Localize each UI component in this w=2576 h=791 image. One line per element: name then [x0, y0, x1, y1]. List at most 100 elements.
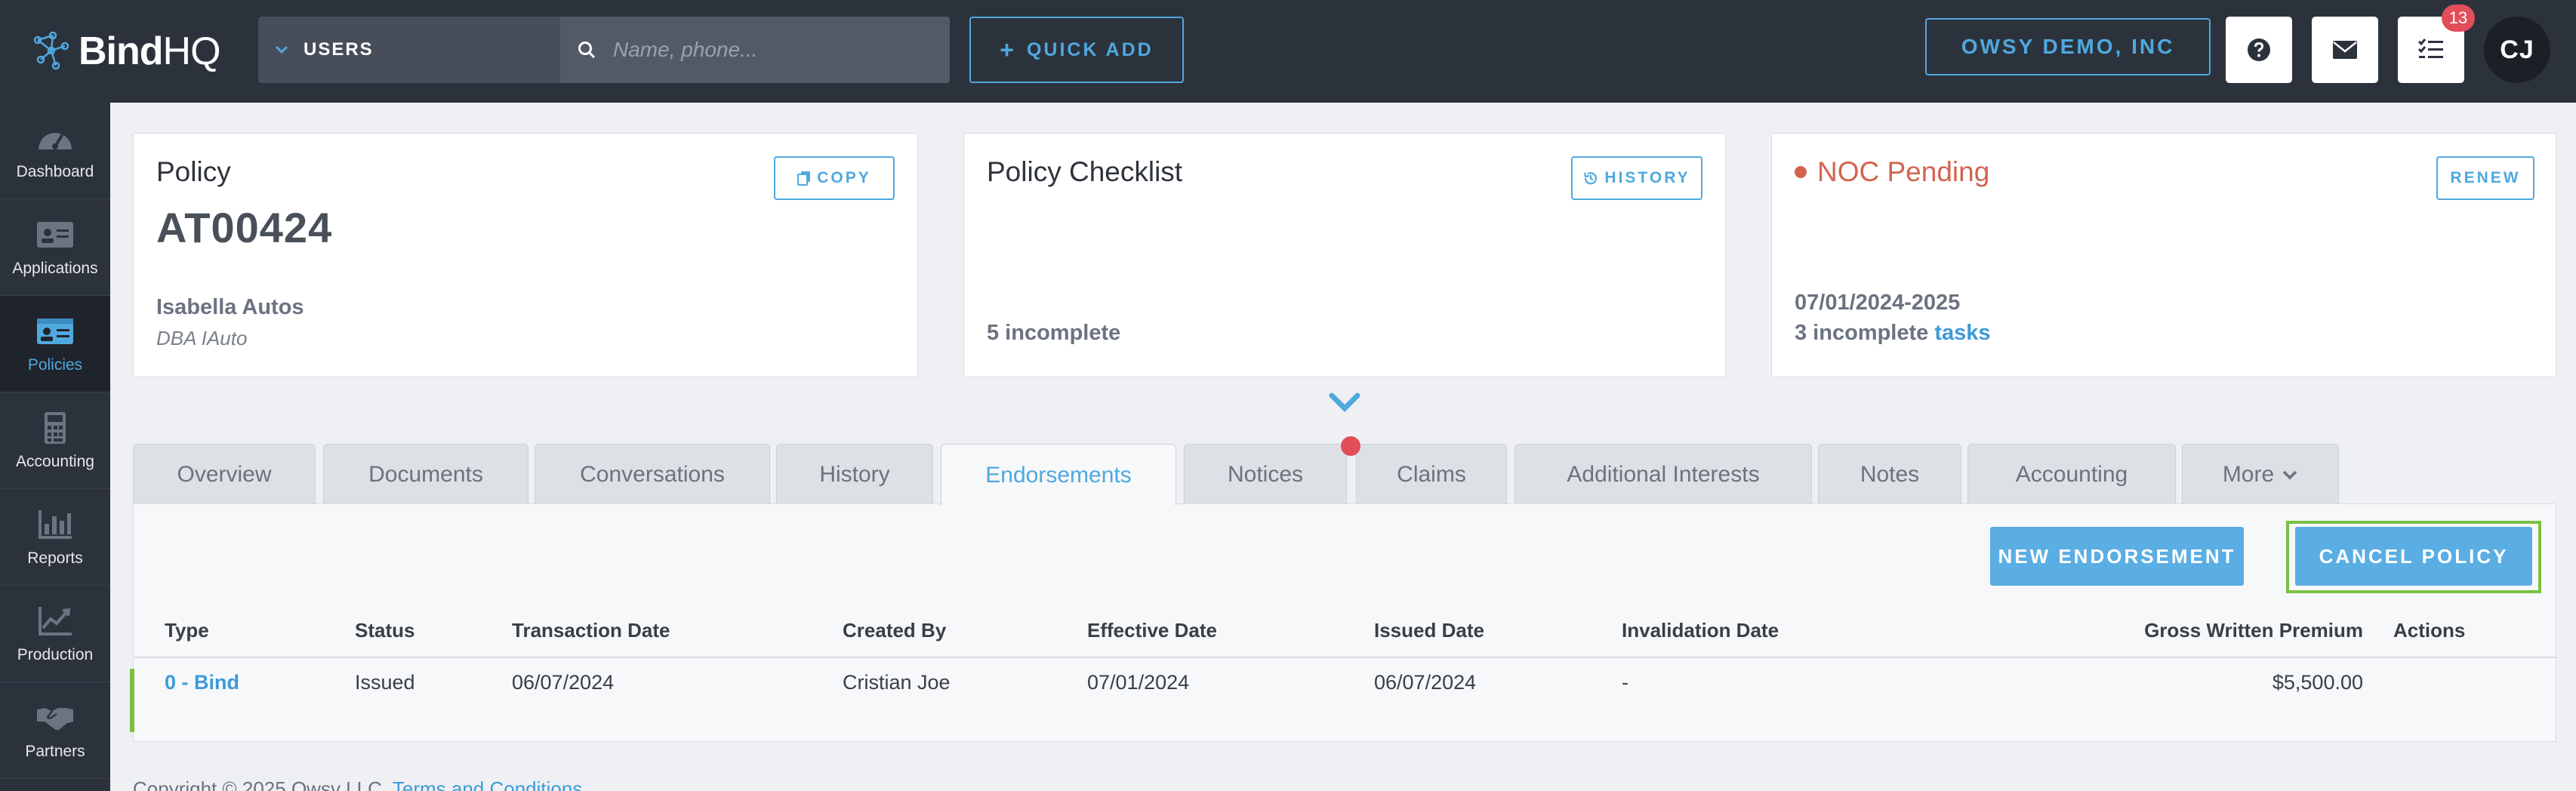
column-header-created-by: Created By [843, 619, 947, 642]
dba-name: DBA IAuto [156, 327, 248, 349]
renew-label: RENEW [2450, 169, 2521, 186]
calculator-icon [45, 411, 66, 444]
tab-accounting[interactable]: Accounting [1967, 444, 2176, 504]
invalidation-date: - [1622, 671, 1628, 694]
noc-title-text: NOC Pending [1817, 156, 1990, 187]
endorsement-type-link[interactable]: 0 - Bind [165, 671, 239, 694]
column-header-type: Type [165, 619, 209, 642]
plus-icon: + [1000, 36, 1016, 63]
tab-more[interactable]: More [2182, 444, 2339, 504]
sidebar-item-label: Dashboard [16, 162, 94, 180]
global-search: USERS [258, 17, 950, 83]
checklist-incomplete: 5 incomplete [987, 321, 1121, 345]
footer-copyright: Copyright © 2025 Owsy LLC. Terms and Con… [133, 777, 582, 791]
tab-label: Endorsements [985, 462, 1132, 488]
tasks-button[interactable]: 13 [2398, 5, 2475, 83]
tab-claims[interactable]: Claims [1356, 444, 1507, 504]
chevron-down-icon [275, 45, 288, 54]
cancel-policy-button[interactable]: CANCEL POLICY [2295, 527, 2532, 586]
sidebar-item-reports[interactable]: Reports [0, 489, 110, 586]
copyright-text: Copyright © 2025 Owsy LLC. [133, 777, 388, 791]
quick-add-button[interactable]: + QUICK ADD [969, 17, 1184, 83]
avatar[interactable]: CJ [2484, 17, 2550, 83]
sidebar-item-dashboard[interactable]: Dashboard [0, 103, 110, 199]
id-card-icon [37, 221, 73, 248]
noc-title: NOC Pending [1795, 156, 1989, 188]
history-clock-icon [1584, 172, 1598, 185]
tab-overview[interactable]: Overview [133, 444, 316, 504]
tab-notices[interactable]: Notices [1184, 444, 1347, 504]
search-icon [578, 42, 596, 59]
tab-label: History [819, 461, 890, 487]
history-button[interactable]: HISTORY [1571, 156, 1702, 200]
chevron-down-icon [2282, 470, 2297, 479]
tab-notes[interactable]: Notes [1818, 444, 1961, 504]
dashboard-gauge-icon [39, 132, 72, 149]
sidebar-item-label: Policies [27, 355, 83, 374]
tab-additional-interests[interactable]: Additional Interests [1514, 444, 1812, 504]
task-list-icon [2417, 38, 2443, 58]
tab-label: Claims [1397, 461, 1466, 487]
copy-label: COPY [817, 169, 871, 186]
help-button[interactable] [2226, 17, 2292, 83]
column-header-status: Status [355, 619, 415, 642]
row-status-accent [130, 669, 134, 732]
transaction-date: 06/07/2024 [512, 671, 615, 694]
column-header-transaction-date: Transaction Date [512, 619, 670, 642]
tasks-link[interactable]: tasks [1934, 321, 1990, 345]
envelope-icon [2333, 41, 2357, 59]
search-input[interactable] [613, 38, 915, 62]
tab-label: Accounting [2015, 461, 2128, 487]
noc-card: NOC Pending RENEW 07/01/2024-2025 3 inco… [1771, 133, 2556, 377]
policy-card-title: Policy [156, 156, 231, 187]
policy-number: AT00424 [156, 204, 333, 251]
sidebar-item-production[interactable]: Production [0, 586, 110, 682]
tab-conversations[interactable]: Conversations [535, 444, 770, 504]
sidebar-item-applications[interactable]: Applications [0, 199, 110, 296]
tab-label: More [2222, 461, 2275, 487]
gross-written-premium: $5,500.00 [2272, 671, 2363, 694]
messages-button[interactable] [2312, 17, 2378, 83]
search-type-dropdown[interactable]: USERS [258, 17, 560, 83]
renew-button[interactable]: RENEW [2436, 156, 2534, 200]
history-label: HISTORY [1604, 169, 1690, 186]
insured-name: Isabella Autos [156, 295, 304, 319]
tab-label: Overview [177, 461, 272, 487]
sidebar-item-label: Production [17, 645, 94, 663]
sidebar-item-partners[interactable]: Partners [0, 682, 110, 779]
sidebar-item-label: Applications [12, 259, 98, 277]
search-field [560, 17, 950, 83]
column-header-issued-date: Issued Date [1374, 619, 1484, 642]
bindhq-logo[interactable]: BindHQ [30, 23, 221, 80]
column-header-actions: Actions [2393, 619, 2466, 642]
organization-button[interactable]: OWSY DEMO, INC [1925, 18, 2211, 75]
created-by: Cristian Joe [843, 671, 951, 694]
sidebar-item-label: Partners [25, 742, 85, 760]
help-icon [2248, 38, 2270, 61]
tab-label: Notes [1860, 461, 1920, 487]
tab-label: Notices [1227, 461, 1304, 487]
tab-history[interactable]: History [776, 444, 933, 504]
tab-documents[interactable]: Documents [323, 444, 528, 504]
sidebar: Dashboard Applications Policies Accounti… [0, 103, 110, 791]
expand-chevron-icon[interactable] [1327, 388, 1362, 418]
copy-button[interactable]: COPY [774, 156, 895, 200]
sidebar-item-accounting[interactable]: Accounting [0, 392, 110, 489]
effective-date: 07/01/2024 [1087, 671, 1190, 694]
tasks-badge: 13 [2442, 5, 2475, 32]
noc-incomplete-text: 3 incomplete [1795, 321, 1929, 345]
notices-alert-dot [1341, 436, 1360, 456]
column-header-effective-date: Effective Date [1087, 619, 1217, 642]
sidebar-item-policies[interactable]: Policies [0, 296, 110, 392]
tab-label: Additional Interests [1567, 461, 1760, 487]
sidebar-item-label: Accounting [16, 452, 94, 470]
policy-checklist-card: Policy Checklist HISTORY 5 incomplete [963, 133, 1726, 377]
terms-link[interactable]: Terms and Conditions [393, 777, 582, 791]
tab-label: Documents [368, 461, 483, 487]
handshake-icon [37, 707, 73, 730]
sidebar-item-label: Reports [27, 549, 83, 567]
tab-endorsements[interactable]: Endorsements [941, 444, 1176, 506]
endorsement-status: Issued [355, 671, 415, 694]
issued-date: 06/07/2024 [1374, 671, 1477, 694]
new-endorsement-button[interactable]: NEW ENDORSEMENT [1990, 527, 2244, 586]
